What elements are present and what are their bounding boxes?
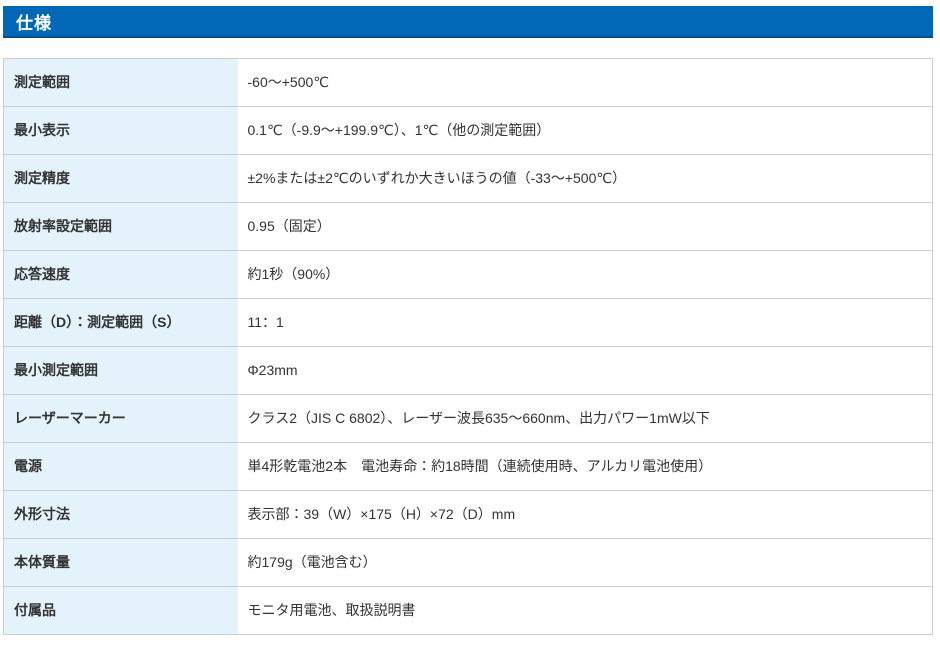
spec-value: モニタ用電池、取扱説明書 xyxy=(238,587,933,635)
spec-label: レーザーマーカー xyxy=(4,395,238,443)
spec-label: 放射率設定範囲 xyxy=(4,203,238,251)
spec-row: 付属品 モニタ用電池、取扱説明書 xyxy=(4,587,933,635)
spec-value: -60〜+500℃ xyxy=(238,59,933,107)
spec-value: 0.1℃（-9.9〜+199.9℃）、1℃（他の測定範囲） xyxy=(238,107,933,155)
spec-value: Φ23mm xyxy=(238,347,933,395)
spec-label: 本体質量 xyxy=(4,539,238,587)
section-title-bar: 仕様 xyxy=(3,6,933,38)
spec-label: 応答速度 xyxy=(4,251,238,299)
spec-row: 距離（D）：測定範囲（S） 11：1 xyxy=(4,299,933,347)
spec-label: 外形寸法 xyxy=(4,491,238,539)
spec-row: 本体質量 約179g（電池含む） xyxy=(4,539,933,587)
spec-row: 最小表示 0.1℃（-9.9〜+199.9℃）、1℃（他の測定範囲） xyxy=(4,107,933,155)
spec-value: クラス2（JIS C 6802）、レーザー波長635〜660nm、出力パワー1m… xyxy=(238,395,933,443)
spec-label: 測定精度 xyxy=(4,155,238,203)
spec-value: 約179g（電池含む） xyxy=(238,539,933,587)
spec-value: ±2%または±2℃のいずれか大きいほうの値（-33〜+500℃） xyxy=(238,155,933,203)
spec-label: 付属品 xyxy=(4,587,238,635)
spec-value: 約1秒（90%） xyxy=(238,251,933,299)
spec-row: 測定精度 ±2%または±2℃のいずれか大きいほうの値（-33〜+500℃） xyxy=(4,155,933,203)
spec-label: 最小測定範囲 xyxy=(4,347,238,395)
spec-row: 電源 単4形乾電池2本 電池寿命：約18時間（連続使用時、アルカリ電池使用） xyxy=(4,443,933,491)
section-title: 仕様 xyxy=(16,9,52,34)
spec-label: 電源 xyxy=(4,443,238,491)
spec-value: 11：1 xyxy=(238,299,933,347)
spec-label: 距離（D）：測定範囲（S） xyxy=(4,299,238,347)
spec-label: 測定範囲 xyxy=(4,59,238,107)
spec-row: 応答速度 約1秒（90%） xyxy=(4,251,933,299)
spec-value: 単4形乾電池2本 電池寿命：約18時間（連続使用時、アルカリ電池使用） xyxy=(238,443,933,491)
spec-row: 測定範囲 -60〜+500℃ xyxy=(4,59,933,107)
spec-table: 測定範囲 -60〜+500℃ 最小表示 0.1℃（-9.9〜+199.9℃）、1… xyxy=(3,58,933,635)
spec-row: 最小測定範囲 Φ23mm xyxy=(4,347,933,395)
spec-value: 表示部：39（W）×175（H）×72（D）mm xyxy=(238,491,933,539)
spec-row: 外形寸法 表示部：39（W）×175（H）×72（D）mm xyxy=(4,491,933,539)
spec-value: 0.95（固定） xyxy=(238,203,933,251)
spec-label: 最小表示 xyxy=(4,107,238,155)
spec-section: 仕様 測定範囲 -60〜+500℃ 最小表示 0.1℃（-9.9〜+199.9℃… xyxy=(0,0,940,653)
spec-row: 放射率設定範囲 0.95（固定） xyxy=(4,203,933,251)
spec-row: レーザーマーカー クラス2（JIS C 6802）、レーザー波長635〜660n… xyxy=(4,395,933,443)
